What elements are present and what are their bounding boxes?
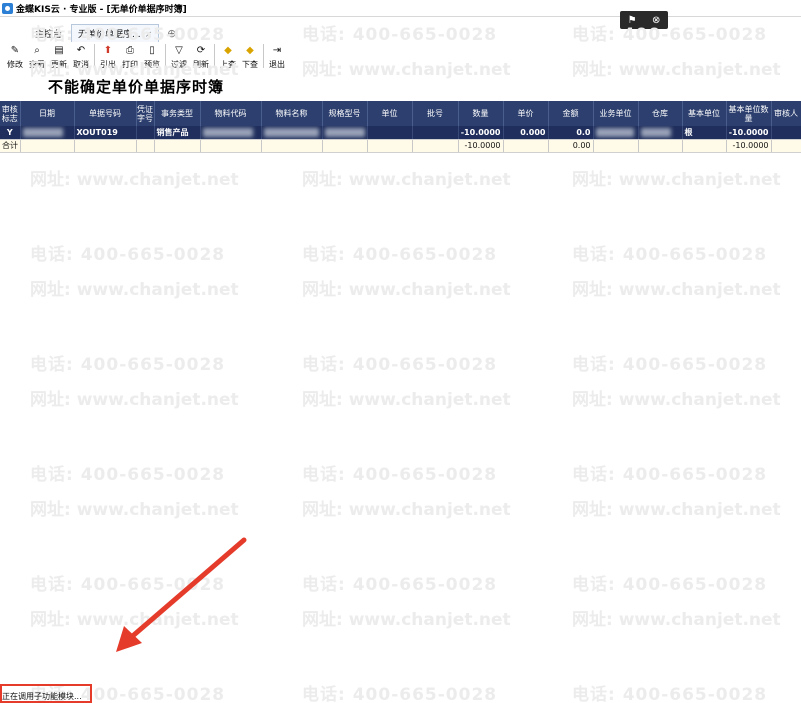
- annotation-arrow: [116, 537, 247, 652]
- arrow-shaft: [125, 537, 247, 643]
- status-bar-text: 正在调用子功能模块...: [0, 684, 92, 703]
